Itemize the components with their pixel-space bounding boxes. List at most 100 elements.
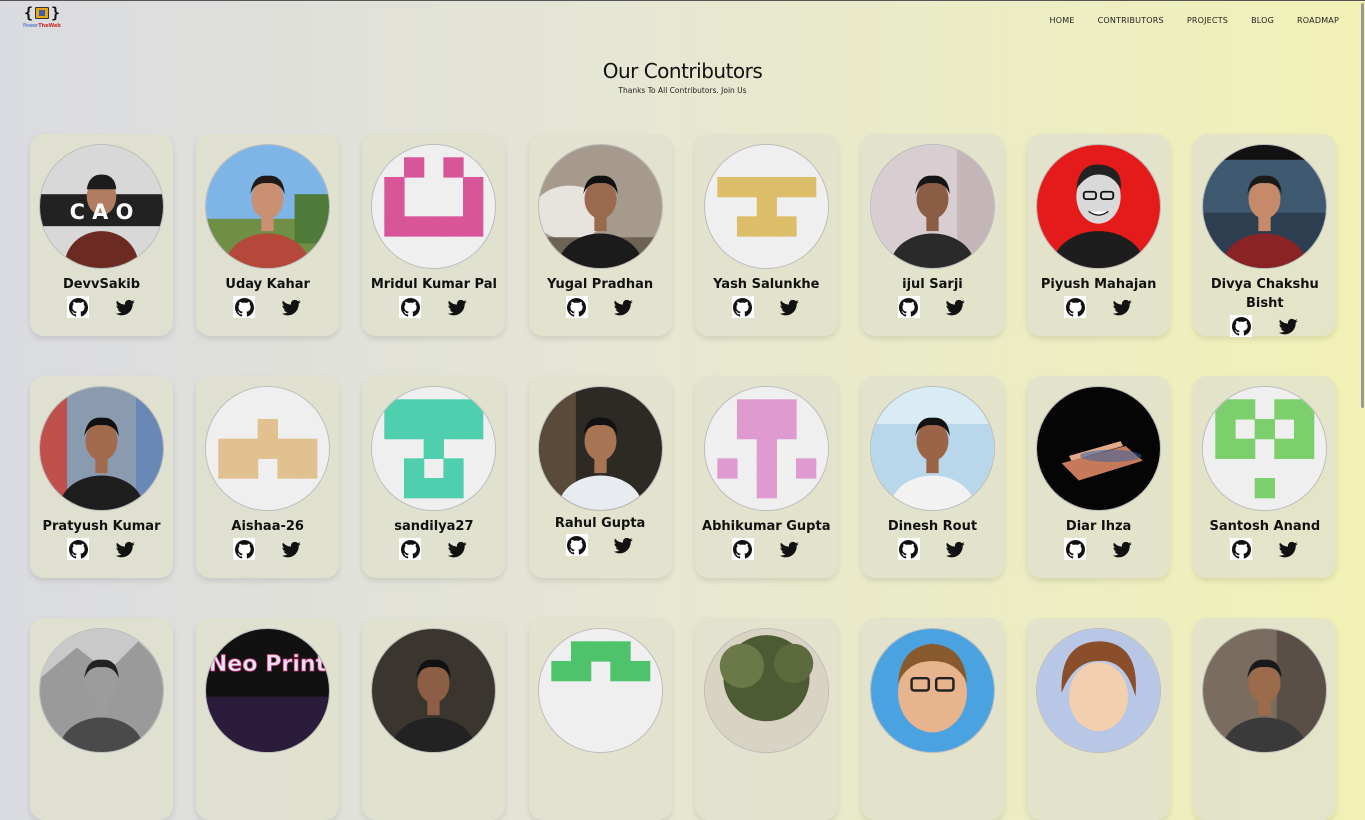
- social-links: [1027, 538, 1170, 560]
- logo-mark: {}: [23, 4, 61, 22]
- nav-home[interactable]: HOME: [1050, 16, 1075, 25]
- github-icon[interactable]: [67, 296, 89, 318]
- twitter-icon[interactable]: [280, 296, 302, 318]
- twitter-icon[interactable]: [779, 296, 801, 318]
- github-icon[interactable]: [731, 296, 754, 318]
- github-icon[interactable]: [1064, 538, 1087, 560]
- twitter-icon[interactable]: [1111, 296, 1133, 318]
- social-links: [861, 538, 1004, 560]
- social-links: [695, 296, 838, 318]
- scrollbar-thumb[interactable]: [1361, 3, 1364, 408]
- github-icon[interactable]: [233, 296, 256, 318]
- twitter-icon[interactable]: [446, 296, 468, 318]
- contributor-card[interactable]: Neo Print: [196, 618, 340, 820]
- github-icon[interactable]: [565, 534, 588, 556]
- contributor-card[interactable]: Mridul Kumar Pal: [362, 134, 506, 336]
- contributor-card[interactable]: C A O DevvSakib: [30, 134, 173, 336]
- twitter-icon[interactable]: [1111, 538, 1133, 560]
- contributor-card[interactable]: [528, 618, 672, 820]
- github-icon[interactable]: [897, 296, 920, 318]
- social-links: [1193, 315, 1336, 337]
- contributor-card[interactable]: Diar Ihza: [1027, 376, 1171, 578]
- twitter-icon[interactable]: [1277, 315, 1299, 337]
- github-icon[interactable]: [67, 538, 89, 560]
- avatar: [371, 386, 497, 511]
- page-subtitle: Thanks To All Contributors. Join Us: [618, 86, 747, 95]
- contributor-card[interactable]: Santosh Anand: [1193, 376, 1337, 578]
- scrollbar[interactable]: [1360, 1, 1365, 675]
- contributor-card[interactable]: [1027, 618, 1171, 820]
- avatar: [1202, 144, 1328, 269]
- twitter-icon[interactable]: [613, 296, 635, 318]
- twitter-icon[interactable]: [779, 538, 801, 560]
- contributor-card[interactable]: Yugal Pradhan: [528, 134, 672, 336]
- avatar: [1036, 144, 1162, 269]
- svg-text:Neo Print: Neo Print: [209, 651, 327, 677]
- contributor-card[interactable]: ijul Sarji: [860, 134, 1004, 336]
- contributor-card[interactable]: [694, 618, 838, 820]
- github-icon[interactable]: [565, 296, 588, 318]
- avatar: [205, 144, 331, 269]
- contributor-name: Yugal Pradhan: [547, 277, 654, 292]
- contributor-card[interactable]: Yash Salunkhe: [694, 134, 838, 336]
- contributor-name: Dinesh Rout: [887, 519, 978, 534]
- social-links: [196, 296, 339, 318]
- twitter-icon[interactable]: [613, 534, 635, 556]
- contributor-name: Mridul Kumar Pal: [370, 277, 497, 292]
- social-links: [196, 538, 339, 560]
- contributor-name: Aishaa-26: [231, 519, 304, 534]
- twitter-icon[interactable]: [114, 296, 136, 318]
- github-icon[interactable]: [897, 538, 920, 560]
- avatar: [537, 144, 663, 269]
- twitter-icon[interactable]: [446, 538, 468, 560]
- twitter-icon[interactable]: [945, 296, 967, 318]
- avatar: [869, 628, 995, 753]
- nav-roadmap[interactable]: ROADMAP: [1297, 16, 1339, 25]
- github-icon[interactable]: [399, 296, 422, 318]
- social-links: [30, 538, 173, 560]
- contributor-name: Yash Salunkhe: [713, 277, 820, 292]
- logo[interactable]: {} PowerTheWeb: [19, 5, 65, 29]
- avatar: [869, 386, 995, 511]
- avatar: [537, 386, 663, 511]
- social-links: [362, 296, 505, 318]
- contributor-card[interactable]: Pratyush Kumar: [30, 376, 173, 578]
- avatar: [39, 628, 164, 753]
- nav-contributors[interactable]: CONTRIBUTORS: [1098, 16, 1164, 25]
- contributor-card[interactable]: Rahul Gupta: [528, 376, 672, 578]
- avatar: [869, 144, 995, 269]
- avatar: [39, 386, 164, 511]
- main-nav: HOME CONTRIBUTORS PROJECTS BLOG ROADMAP: [1050, 16, 1340, 25]
- contributor-card[interactable]: Uday Kahar: [196, 134, 340, 336]
- svg-text:C A O: C A O: [70, 200, 134, 224]
- contributor-name: ijul Sarji: [902, 277, 963, 292]
- contributor-card[interactable]: sandilya27: [362, 376, 506, 578]
- twitter-icon[interactable]: [114, 538, 136, 560]
- contributor-card[interactable]: Dinesh Rout: [860, 376, 1004, 578]
- nav-blog[interactable]: BLOG: [1251, 16, 1274, 25]
- contributor-card[interactable]: Aishaa-26: [196, 376, 340, 578]
- contributor-name: Abhikumar Gupta: [702, 519, 831, 534]
- github-icon[interactable]: [399, 538, 422, 560]
- contributor-card[interactable]: Piyush Mahajan: [1027, 134, 1171, 336]
- contributor-card[interactable]: Divya Chakshu Bisht: [1193, 134, 1337, 337]
- github-icon[interactable]: [1230, 538, 1253, 560]
- github-icon[interactable]: [1064, 296, 1087, 318]
- contributor-card[interactable]: [362, 618, 506, 820]
- contributor-name: sandilya27: [394, 519, 474, 534]
- page-title: Our Contributors: [602, 59, 763, 83]
- twitter-icon[interactable]: [280, 538, 302, 560]
- avatar: [1036, 386, 1162, 511]
- logo-text: PowerTheWeb: [23, 23, 61, 29]
- nav-projects[interactable]: PROJECTS: [1187, 16, 1228, 25]
- social-links: [30, 296, 173, 318]
- github-icon[interactable]: [1230, 315, 1253, 337]
- twitter-icon[interactable]: [945, 538, 967, 560]
- twitter-icon[interactable]: [1277, 538, 1299, 560]
- github-icon[interactable]: [731, 538, 754, 560]
- contributor-card[interactable]: [860, 618, 1004, 820]
- contributor-card[interactable]: [1193, 618, 1337, 820]
- contributor-card[interactable]: [30, 618, 173, 820]
- github-icon[interactable]: [233, 538, 256, 560]
- contributor-card[interactable]: Abhikumar Gupta: [694, 376, 838, 578]
